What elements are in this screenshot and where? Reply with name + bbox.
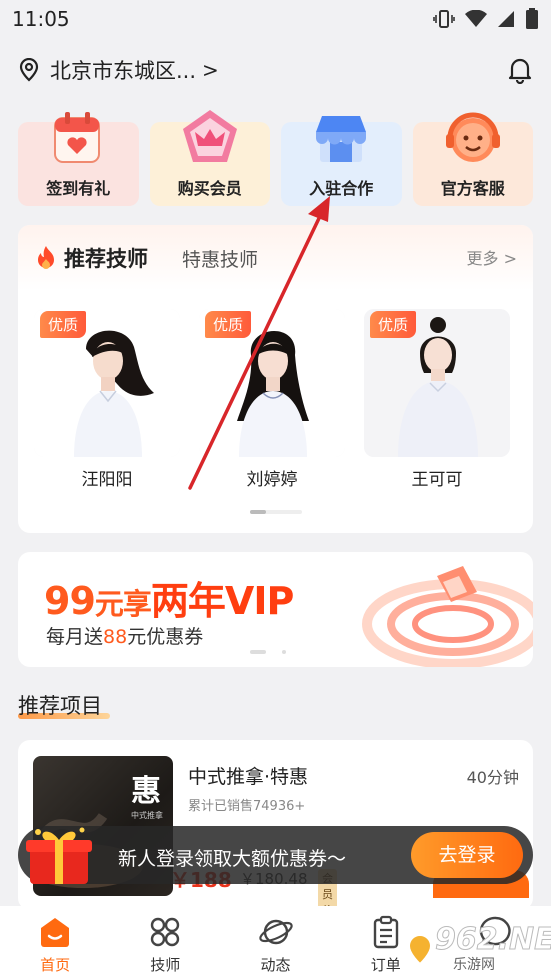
technician-list: 优质 优质 优质 (34, 309, 518, 457)
more-label: 更多 (466, 249, 499, 268)
technician-tabs: 推荐技师 特惠技师 更多 > (18, 225, 533, 291)
project-name: 中式推拿·特惠 (188, 766, 309, 788)
quick-action-checkin[interactable]: 签到有礼 (18, 112, 139, 206)
grid-icon (151, 917, 180, 947)
banner-subline: 每月送88元优惠券 (46, 622, 203, 649)
planet-icon (258, 919, 293, 945)
tab-technicians[interactable]: 技师 (110, 906, 220, 979)
battery-icon (526, 8, 538, 29)
crown-pentagon-icon (182, 110, 237, 162)
banner-dots (250, 650, 290, 654)
storefront-icon (316, 116, 367, 162)
fire-icon (38, 246, 54, 269)
technician-name: 王可可 (411, 470, 463, 490)
headset-smile-icon (445, 112, 500, 162)
watermark-logo-icon (407, 934, 433, 966)
quick-action-membership[interactable]: 购买会员 (149, 110, 270, 206)
technician-card[interactable]: 优质 (364, 309, 510, 457)
watermark-text: 962.NET (434, 922, 551, 958)
project-image-subtitle: 中式推拿 (131, 811, 163, 820)
quality-badge: 优质 (40, 311, 87, 338)
project-sold-count: 累计已销售74936+ (188, 799, 306, 814)
quick-actions: 签到有礼 购买会员 入驻合作 官方客服 (18, 110, 533, 206)
more-link[interactable]: 更多 > (466, 245, 517, 269)
status-icons (433, 8, 539, 30)
project-duration: 40分钟 (466, 768, 519, 787)
banner-sub-number: 88 (103, 626, 128, 648)
technician-panel: 推荐技师 特惠技师 更多 > 优质 优质 优质 汪阳阳 刘婷婷 王可可 (18, 225, 533, 533)
tab-discount-tech[interactable]: 特惠技师 (182, 245, 258, 272)
tab-label: 技师 (150, 956, 181, 974)
quick-action-support[interactable]: 官方客服 (412, 112, 533, 206)
technician-card[interactable]: 优质 (199, 309, 345, 457)
quick-action-partner[interactable]: 入驻合作 (281, 116, 402, 206)
banner-headline: 99元享两年VIP (44, 570, 294, 625)
coupon-swirl-illustration (362, 566, 533, 667)
banner-sub-suffix: 元优惠券 (127, 626, 204, 648)
signal-icon (498, 11, 514, 27)
location-pin-icon (19, 58, 39, 82)
technician-name: 汪阳阳 (81, 470, 133, 490)
tab-label: 动态 (260, 956, 291, 974)
login-promo-text: 新人登录领取大额优惠券～ (118, 848, 347, 870)
calendar-heart-icon (54, 112, 101, 163)
quick-action-label: 签到有礼 (46, 179, 111, 198)
chevron-right-icon: > (503, 249, 517, 268)
banner-text-vip: 两年VIP (150, 579, 294, 623)
tab-feed[interactable]: 动态 (220, 906, 330, 979)
technician-card[interactable]: 优质 (34, 309, 180, 457)
technician-name: 刘婷婷 (246, 470, 298, 490)
login-promo-bar: 新人登录领取大额优惠券～ 去登录 (18, 826, 533, 884)
carousel-indicator (250, 510, 302, 514)
tab-home[interactable]: 首页 (0, 906, 110, 979)
chevron-right-icon: > (202, 58, 219, 82)
home-icon (41, 918, 70, 947)
location-bar[interactable]: 北京市东城区... > (0, 50, 551, 90)
wifi-icon (465, 10, 487, 27)
banner-text-part: 元享 (94, 587, 152, 621)
status-bar: 11:05 (0, 0, 551, 38)
vip-banner[interactable]: 99元享两年VIP 每月送88元优惠券 (18, 552, 533, 667)
section-title: 推荐项目 (18, 694, 102, 718)
banner-big-number: 99 (44, 579, 96, 623)
quick-action-label: 入驻合作 (309, 179, 374, 198)
login-button[interactable]: 去登录 (411, 832, 523, 878)
banner-sub-prefix: 每月送 (46, 626, 104, 648)
tab-label: 首页 (40, 956, 71, 974)
location-text[interactable]: 北京市东城区... (50, 55, 196, 85)
clipboard-icon (373, 915, 398, 949)
quick-action-label: 官方客服 (440, 179, 505, 198)
bell-icon[interactable] (507, 56, 533, 84)
tab-recommended-tech[interactable]: 推荐技师 (64, 243, 148, 273)
vibrate-icon (433, 10, 455, 28)
status-time: 11:05 (12, 7, 70, 31)
watermark-subtext: 乐游网 (453, 957, 495, 973)
project-image-char: 惠 (131, 774, 161, 809)
site-watermark: 962.NET 乐游网 (405, 922, 551, 974)
quick-action-label: 购买会员 (177, 179, 242, 198)
quality-badge: 优质 (370, 311, 417, 338)
quality-badge: 优质 (205, 311, 252, 338)
gift-box-icon (26, 827, 92, 884)
